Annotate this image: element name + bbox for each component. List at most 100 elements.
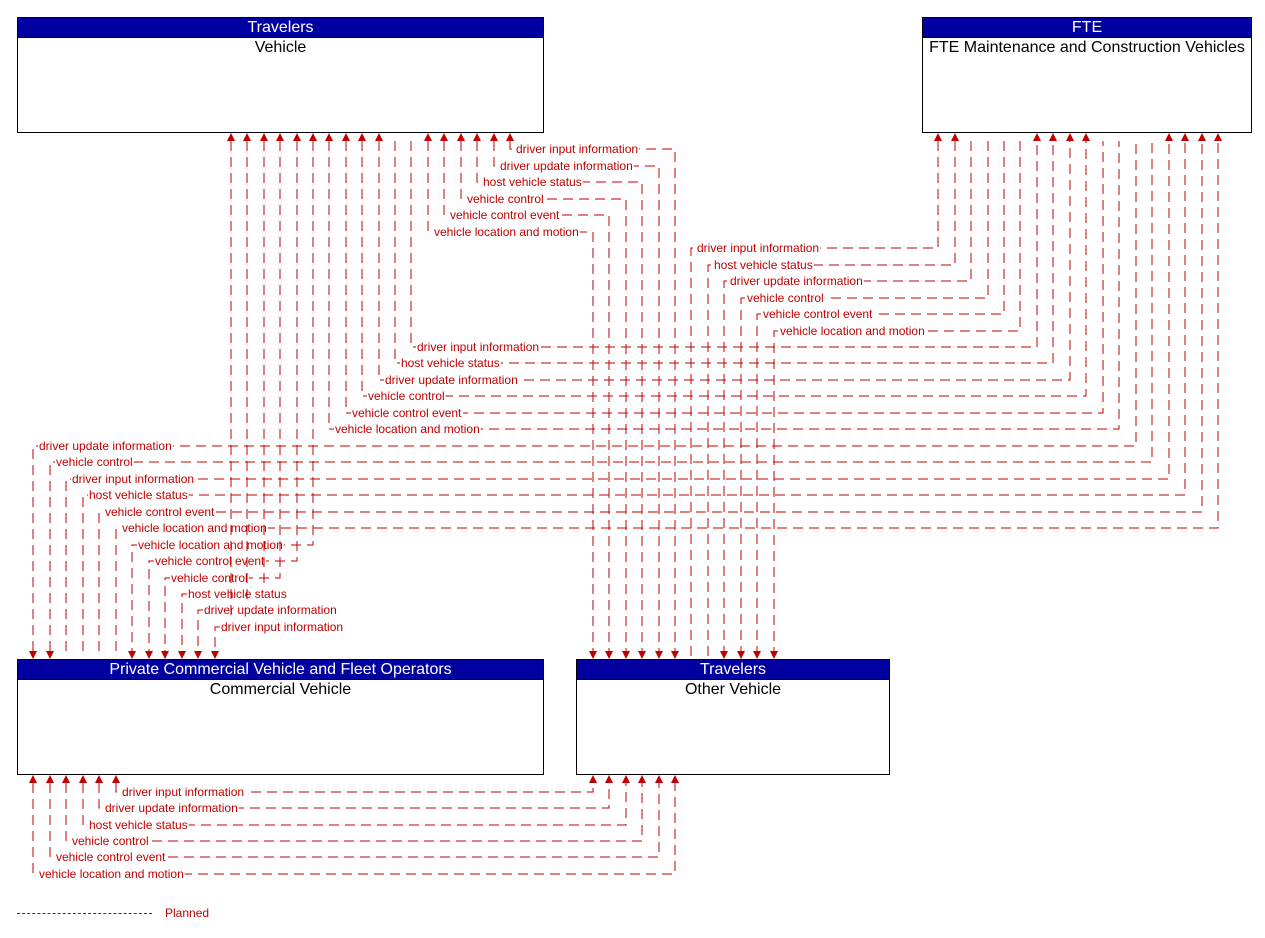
flow-label: host vehicle status	[188, 587, 287, 601]
arrowhead-up-icon	[79, 775, 87, 783]
flow-label: driver update information	[730, 274, 863, 288]
flow-label: vehicle control	[747, 291, 824, 305]
arrowhead-up-icon	[506, 133, 514, 141]
flow-label: driver input information	[516, 142, 638, 156]
flow-diagram: driver input information driver update in…	[29, 133, 1222, 881]
arrowhead-up-icon	[227, 133, 235, 141]
other-vehicle-box[interactable]: Travelers Other Vehicle	[576, 659, 890, 775]
arrowhead-down-icon	[605, 651, 613, 659]
flow-label: vehicle control event	[763, 307, 873, 321]
vehicle-box-title: Vehicle	[254, 39, 307, 56]
arrowhead-down-icon	[194, 651, 202, 659]
arrowhead-up-icon	[29, 775, 37, 783]
arrowhead-up-icon	[622, 775, 630, 783]
arrowhead-up-icon	[1049, 133, 1057, 141]
flow-label: vehicle control	[72, 834, 149, 848]
flow-label: vehicle control	[368, 389, 445, 403]
flow-label: vehicle location and motion	[335, 422, 480, 436]
arrowhead-down-icon	[589, 651, 597, 659]
arrowhead-up-icon	[95, 775, 103, 783]
flow-line	[723, 141, 972, 659]
flow-label: host vehicle status	[89, 818, 188, 832]
arrowhead-up-icon	[473, 133, 481, 141]
flow-label: vehicle control event	[105, 505, 215, 519]
commercial-vehicle-box-title: Commercial Vehicle	[209, 681, 352, 698]
flow-label: host vehicle status	[483, 175, 582, 189]
arrowhead-up-icon	[671, 775, 679, 783]
flow-label: host vehicle status	[89, 488, 188, 502]
arrowhead-up-icon	[358, 133, 366, 141]
flow-label: vehicle control	[171, 571, 248, 585]
flow-label: driver input information	[72, 472, 194, 486]
arrowhead-up-icon	[605, 775, 613, 783]
arrowhead-up-icon	[1033, 133, 1041, 141]
flow-line	[773, 141, 1021, 659]
flow-label: vehicle control event	[56, 850, 166, 864]
flow-label: vehicle control event	[352, 406, 462, 420]
flow-line	[740, 141, 989, 659]
flow-label: driver input information	[697, 241, 819, 255]
arrowhead-down-icon	[671, 651, 679, 659]
flow-label: vehicle location and motion	[434, 225, 579, 239]
arrowhead-up-icon	[1165, 133, 1173, 141]
arrowhead-up-icon	[1082, 133, 1090, 141]
flow-label: driver update information	[204, 603, 337, 617]
flow-line	[756, 141, 1005, 659]
arrowhead-up-icon	[260, 133, 268, 141]
fte-box-header: FTE	[923, 18, 1251, 38]
arrowhead-up-icon	[276, 133, 284, 141]
commercial-vehicle-box[interactable]: Private Commercial Vehicle and Fleet Ope…	[17, 659, 544, 775]
arrowhead-down-icon	[753, 651, 761, 659]
arrowhead-up-icon	[1198, 133, 1206, 141]
arrowhead-up-icon	[46, 775, 54, 783]
arrowhead-down-icon	[29, 651, 37, 659]
arrowhead-up-icon	[309, 133, 317, 141]
flow-label: driver input information	[221, 620, 343, 634]
flow-label: vehicle control event	[155, 554, 265, 568]
arrowhead-down-icon	[178, 651, 186, 659]
arrowhead-down-icon	[161, 651, 169, 659]
legend-planned-line	[17, 913, 152, 914]
arrowhead-up-icon	[1214, 133, 1222, 141]
arrowhead-up-icon	[457, 133, 465, 141]
other-vehicle-box-header: Travelers	[577, 660, 889, 680]
arrowhead-down-icon	[770, 651, 778, 659]
commercial-vehicle-box-header: Private Commercial Vehicle and Fleet Ope…	[18, 660, 543, 680]
arrowhead-up-icon	[342, 133, 350, 141]
flow-label: driver update information	[39, 439, 172, 453]
arrowhead-up-icon	[589, 775, 597, 783]
arrowhead-up-icon	[243, 133, 251, 141]
arrowhead-up-icon	[293, 133, 301, 141]
flow-label: vehicle control	[467, 192, 544, 206]
arrowhead-down-icon	[128, 651, 136, 659]
flow-label: vehicle control	[56, 455, 133, 469]
arrowhead-up-icon	[638, 775, 646, 783]
arrowhead-down-icon	[737, 651, 745, 659]
arrowhead-up-icon	[440, 133, 448, 141]
fte-box[interactable]: FTE FTE Maintenance and Construction Veh…	[922, 17, 1252, 133]
flow-label: vehicle location and motion	[122, 521, 267, 535]
flow-label: host vehicle status	[714, 258, 813, 272]
arrowhead-up-icon	[934, 133, 942, 141]
arrowhead-up-icon	[325, 133, 333, 141]
vehicle-box-header: Travelers	[18, 18, 543, 38]
flow-label: vehicle control event	[450, 208, 560, 222]
flow-label: vehicle location and motion	[138, 538, 283, 552]
arrowhead-down-icon	[145, 651, 153, 659]
flow-label: vehicle location and motion	[39, 867, 184, 881]
vehicle-box[interactable]: Travelers Vehicle	[17, 17, 544, 133]
arrowhead-up-icon	[112, 775, 120, 783]
arrowhead-up-icon	[490, 133, 498, 141]
flow-label: host vehicle status	[401, 356, 500, 370]
flow-line	[707, 141, 956, 659]
arrowhead-up-icon	[375, 133, 383, 141]
arrowhead-down-icon	[622, 651, 630, 659]
arrowhead-up-icon	[424, 133, 432, 141]
flow-label: driver input information	[122, 785, 244, 799]
flow-label: driver update information	[385, 373, 518, 387]
other-vehicle-box-title: Other Vehicle	[684, 681, 782, 698]
arrowhead-up-icon	[655, 775, 663, 783]
arrowhead-down-icon	[211, 651, 219, 659]
arrowhead-down-icon	[46, 651, 54, 659]
arrowhead-down-icon	[720, 651, 728, 659]
